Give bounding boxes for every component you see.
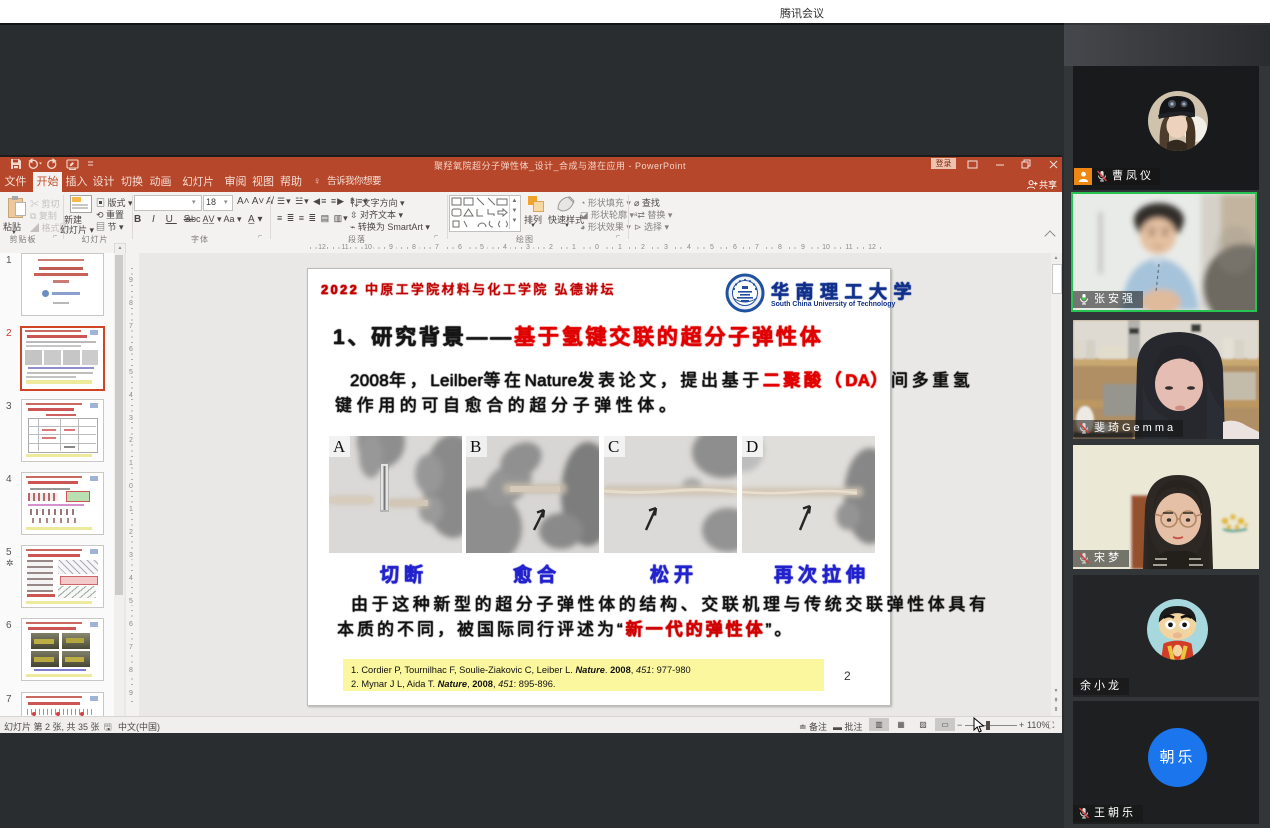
svg-text:D: D — [746, 437, 758, 456]
svg-text:B: B — [470, 437, 481, 456]
svg-text:A: A — [333, 437, 346, 456]
svg-text:C: C — [608, 437, 619, 456]
